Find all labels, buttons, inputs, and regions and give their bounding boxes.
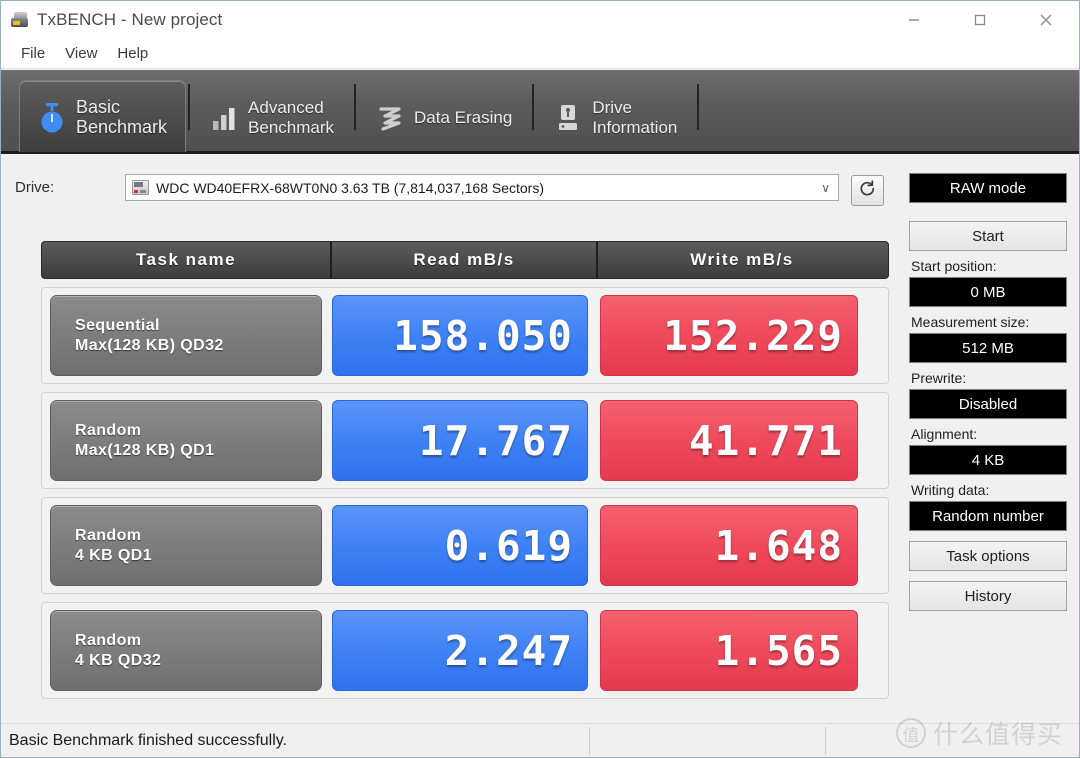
minimize-button[interactable] [881, 1, 947, 39]
task-name-line2: 4 KB QD1 [75, 547, 321, 565]
task-name-line1: Random [75, 632, 321, 650]
tab-data-erasing-label: Data Erasing [414, 108, 512, 128]
history-button[interactable]: History [909, 581, 1067, 611]
write-value-cell: 1.648 [600, 505, 858, 586]
close-button[interactable] [1013, 1, 1079, 39]
column-header-read: Read mB/s [330, 242, 596, 278]
read-value-cell: 17.767 [332, 400, 588, 481]
start-position-field[interactable]: 0 MB [909, 277, 1067, 307]
tab-advanced-benchmark-label: Advanced Benchmark [248, 98, 334, 138]
chevron-down-icon: ∨ [821, 181, 830, 195]
prewrite-field[interactable]: Disabled [909, 389, 1067, 419]
options-sidebar: RAW mode Start Start position: 0 MB Meas… [909, 173, 1067, 611]
tab-drive-information[interactable]: Drive Information [536, 85, 695, 151]
drive-select-value: WDC WD40EFRX-68WT0N0 3.63 TB (7,814,037,… [156, 180, 544, 196]
task-name-line2: Max(128 KB) QD32 [75, 337, 321, 355]
measurement-size-field[interactable]: 512 MB [909, 333, 1067, 363]
status-message: Basic Benchmark finished successfully. [1, 732, 589, 750]
raw-mode-field[interactable]: RAW mode [909, 173, 1067, 203]
write-value-cell: 1.565 [600, 610, 858, 691]
prewrite-label: Prewrite: [911, 370, 1067, 386]
tab-divider [697, 84, 699, 130]
maximize-button[interactable] [947, 1, 1013, 39]
shredder-icon [372, 103, 408, 133]
tab-divider [354, 84, 356, 130]
tab-divider [188, 84, 190, 130]
refresh-icon [858, 179, 877, 203]
window-title: TxBENCH - New project [37, 10, 222, 30]
refresh-drives-button[interactable] [851, 175, 884, 206]
hdd-icon [132, 180, 149, 195]
task-name-cell[interactable]: Sequential Max(128 KB) QD32 [50, 295, 322, 376]
status-divider [825, 727, 826, 755]
drive-label: Drive: [15, 179, 54, 196]
task-name-line2: 4 KB QD32 [75, 652, 321, 670]
stopwatch-icon [34, 100, 70, 134]
menu-item-file[interactable]: File [11, 42, 55, 65]
txbench-window: TxBENCH - New project File View Help [0, 0, 1080, 758]
status-divider [589, 727, 590, 755]
menu-bar: File View Help [1, 39, 1079, 69]
task-name-line1: Sequential [75, 317, 321, 335]
menu-item-view[interactable]: View [55, 42, 107, 65]
alignment-label: Alignment: [911, 426, 1067, 442]
table-row: Random 4 KB QD32 2.247 1.565 [41, 602, 889, 699]
tab-drive-information-label: Drive Information [592, 98, 677, 138]
tab-basic-benchmark[interactable]: Basic Benchmark [19, 80, 186, 152]
table-header-row: Task name Read mB/s Write mB/s [41, 241, 889, 279]
table-row: Sequential Max(128 KB) QD32 158.050 152.… [41, 287, 889, 384]
status-bar: Basic Benchmark finished successfully. [1, 723, 1079, 757]
column-header-write: Write mB/s [596, 242, 886, 278]
start-button[interactable]: Start [909, 221, 1067, 251]
tab-advanced-benchmark[interactable]: Advanced Benchmark [192, 85, 352, 151]
table-row: Random 4 KB QD1 0.619 1.648 [41, 497, 889, 594]
read-value-cell: 0.619 [332, 505, 588, 586]
measurement-size-label: Measurement size: [911, 314, 1067, 330]
tab-data-erasing[interactable]: Data Erasing [358, 85, 530, 151]
drive-select[interactable]: WDC WD40EFRX-68WT0N0 3.63 TB (7,814,037,… [125, 174, 839, 201]
title-bar: TxBENCH - New project [1, 1, 1079, 39]
task-name-line1: Random [75, 422, 321, 440]
bar-chart-icon [206, 103, 242, 133]
read-value-cell: 2.247 [332, 610, 588, 691]
window-controls [881, 1, 1079, 39]
tab-divider [532, 84, 534, 130]
tab-strip: Basic Benchmark Advanced Benchmark Data … [1, 70, 1079, 154]
drive-info-icon [550, 103, 586, 133]
writing-data-field[interactable]: Random number [909, 501, 1067, 531]
tab-basic-benchmark-label: Basic Benchmark [76, 97, 167, 137]
column-header-task-name: Task name [42, 242, 330, 278]
start-position-label: Start position: [911, 258, 1067, 274]
write-value-cell: 41.771 [600, 400, 858, 481]
menu-item-help[interactable]: Help [107, 42, 158, 65]
writing-data-label: Writing data: [911, 482, 1067, 498]
alignment-field[interactable]: 4 KB [909, 445, 1067, 475]
write-value-cell: 152.229 [600, 295, 858, 376]
task-options-button[interactable]: Task options [909, 541, 1067, 571]
task-name-cell[interactable]: Random Max(128 KB) QD1 [50, 400, 322, 481]
read-value-cell: 158.050 [332, 295, 588, 376]
table-row: Random Max(128 KB) QD1 17.767 41.771 [41, 392, 889, 489]
task-name-line2: Max(128 KB) QD1 [75, 442, 321, 460]
task-name-cell[interactable]: Random 4 KB QD32 [50, 610, 322, 691]
task-name-cell[interactable]: Random 4 KB QD1 [50, 505, 322, 586]
benchmark-results-table: Task name Read mB/s Write mB/s Sequentia… [41, 241, 889, 699]
task-name-line1: Random [75, 527, 321, 545]
app-icon [11, 11, 29, 29]
